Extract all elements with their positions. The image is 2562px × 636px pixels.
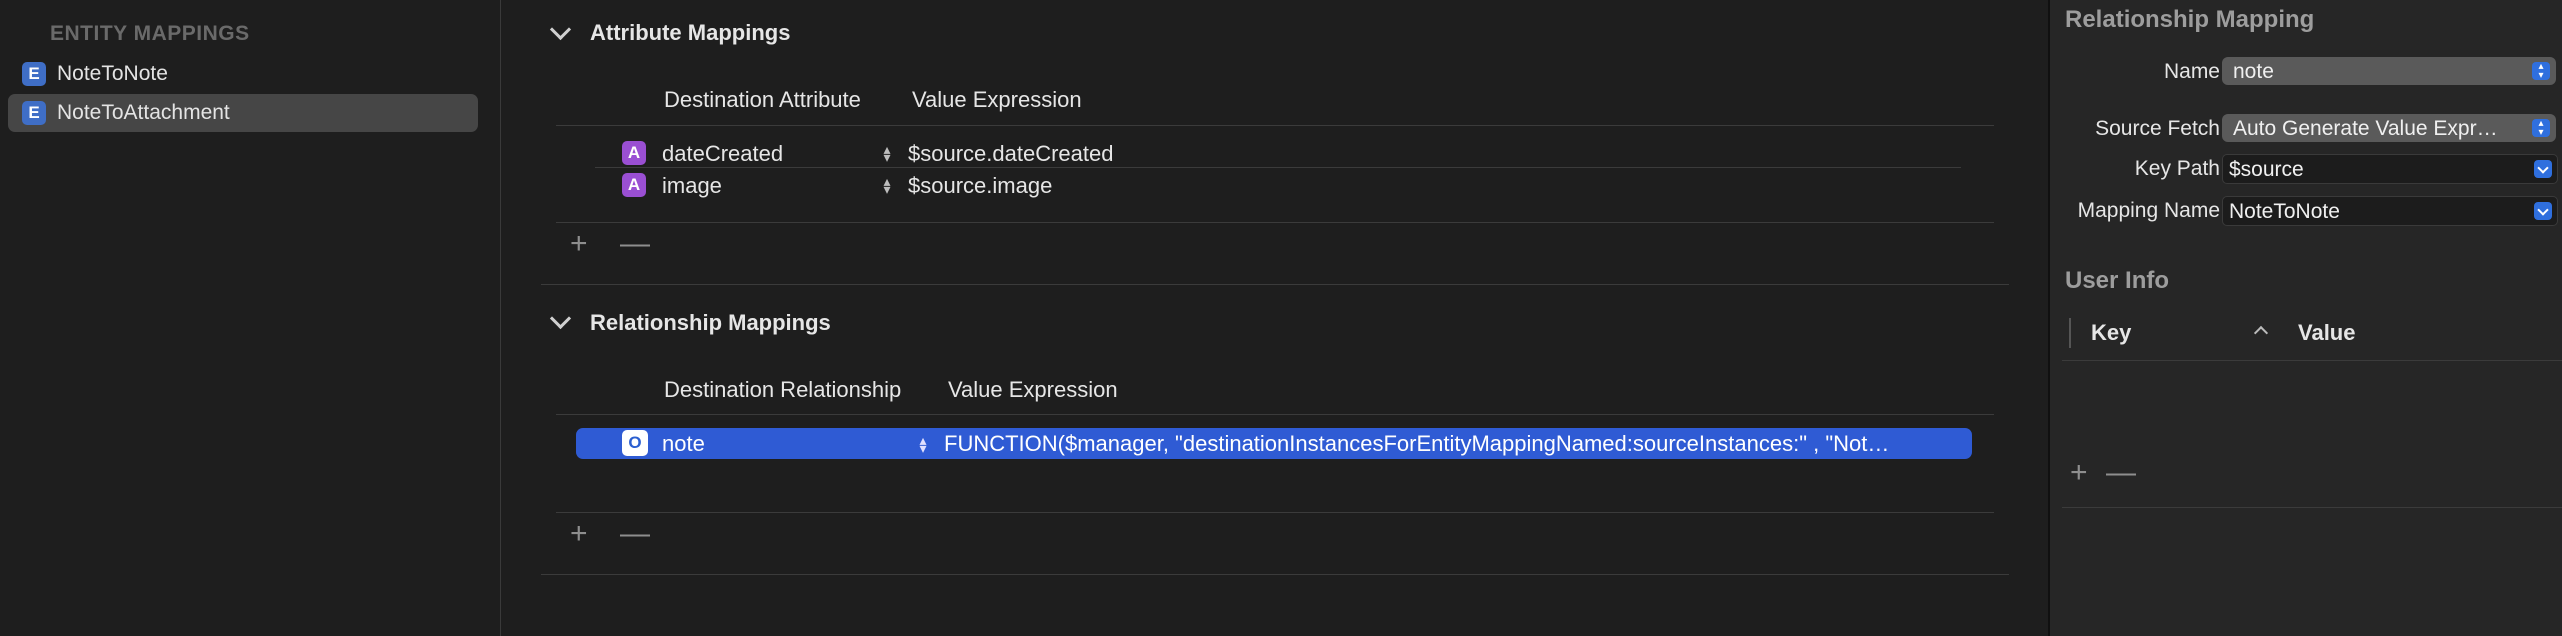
attribute-mappings-title: Attribute Mappings — [590, 20, 791, 45]
inspector-panel: Relationship Mapping Name note ▴ ▾ Source… — [2048, 0, 2562, 636]
name-label: Name — [2163, 60, 2220, 83]
section-divider — [541, 574, 2009, 575]
remove-attribute-button[interactable]: — — [620, 227, 650, 261]
column-separator — [2069, 318, 2071, 348]
user-info-title: User Info — [2065, 267, 2170, 294]
column-header-value-expression[interactable]: Value Expression — [948, 377, 1118, 403]
remove-relationship-button[interactable]: — — [620, 517, 650, 551]
attribute-name: dateCreated — [662, 141, 784, 166]
section-divider — [541, 284, 2009, 285]
relationship-icon: O — [622, 430, 648, 456]
table-row[interactable]: A image ▴ ▾ $source.image — [595, 171, 1961, 199]
inspector-title: Relationship Mapping — [2065, 6, 2315, 33]
sidebar-item-notetoattachment[interactable]: E NoteToAttachment — [8, 94, 478, 132]
chevron-down-icon[interactable] — [2534, 160, 2552, 178]
collapse-chevron-icon[interactable] — [549, 18, 572, 41]
value-expression[interactable]: $source.dateCreated — [908, 141, 1113, 167]
add-relationship-button[interactable]: + — [570, 517, 588, 551]
key-path-field[interactable]: $source — [2222, 154, 2558, 184]
stepper-icon[interactable]: ▴ ▾ — [880, 142, 894, 164]
add-user-info-button[interactable]: + — [2070, 456, 2088, 490]
entity-mappings-sidebar: ENTITY MAPPINGS E NoteToNote E NoteToAtt… — [0, 0, 501, 636]
value-expression[interactable]: $source.image — [908, 173, 1052, 199]
divider — [2062, 360, 2562, 361]
column-header-destination-relationship[interactable]: Destination Relationship — [664, 377, 901, 403]
add-attribute-button[interactable]: + — [570, 227, 588, 261]
column-header-value-expression[interactable]: Value Expression — [912, 87, 1082, 113]
source-fetch-label: Source Fetch — [2095, 117, 2220, 140]
sort-ascending-icon[interactable] — [2253, 325, 2269, 341]
key-path-value: $source — [2229, 158, 2304, 181]
name-value: note — [2233, 60, 2274, 83]
divider — [2062, 507, 2562, 508]
mapping-editor: Attribute Mappings Destination Attribute… — [501, 0, 2048, 636]
collapse-chevron-icon[interactable] — [549, 307, 572, 330]
sidebar-item-label: NoteToNote — [57, 62, 168, 85]
value-expression[interactable]: FUNCTION($manager, "destinationInstances… — [944, 431, 1889, 457]
divider — [556, 414, 1994, 415]
table-row-selected[interactable]: O note ▴ ▾ FUNCTION($manager, "destinatio… — [576, 428, 1972, 459]
name-popup[interactable]: note ▴ ▾ — [2222, 57, 2556, 85]
sidebar-item-notetonote[interactable]: E NoteToNote — [8, 55, 478, 93]
column-header-key[interactable]: Key — [2091, 320, 2131, 346]
attribute-name: image — [662, 173, 722, 198]
relationship-mappings-title: Relationship Mappings — [590, 310, 831, 335]
attribute-icon: A — [622, 173, 646, 197]
entity-icon: E — [22, 62, 46, 86]
column-header-value[interactable]: Value — [2298, 320, 2355, 346]
source-fetch-popup[interactable]: Auto Generate Value Expr… ▴ ▾ — [2222, 114, 2556, 142]
mapping-name-field[interactable]: NoteToNote — [2222, 196, 2558, 226]
updown-icon: ▴ ▾ — [2532, 62, 2550, 81]
remove-user-info-button[interactable]: — — [2106, 456, 2136, 490]
column-header-destination-attribute[interactable]: Destination Attribute — [664, 87, 861, 113]
key-path-label: Key Path — [2134, 157, 2220, 180]
table-row[interactable]: A dateCreated ▴ ▾ $source.dateCreated — [595, 139, 1961, 167]
divider — [556, 512, 1994, 513]
divider — [556, 222, 1994, 223]
attribute-icon: A — [622, 141, 646, 165]
entity-icon: E — [22, 101, 46, 125]
updown-icon: ▴ ▾ — [2532, 119, 2550, 138]
sidebar-header: ENTITY MAPPINGS — [50, 22, 250, 45]
stepper-icon[interactable]: ▴ ▾ — [880, 174, 894, 196]
row-divider — [595, 167, 1961, 168]
mapping-name-label: Mapping Name — [2077, 199, 2220, 222]
mapping-name-value: NoteToNote — [2229, 200, 2340, 223]
sidebar-item-label: NoteToAttachment — [57, 101, 230, 124]
stepper-icon[interactable]: ▴ ▾ — [916, 433, 930, 455]
relationship-name: note — [662, 431, 705, 456]
divider — [556, 125, 1994, 126]
source-fetch-value: Auto Generate Value Expr… — [2233, 117, 2498, 140]
chevron-down-icon[interactable] — [2534, 202, 2552, 220]
